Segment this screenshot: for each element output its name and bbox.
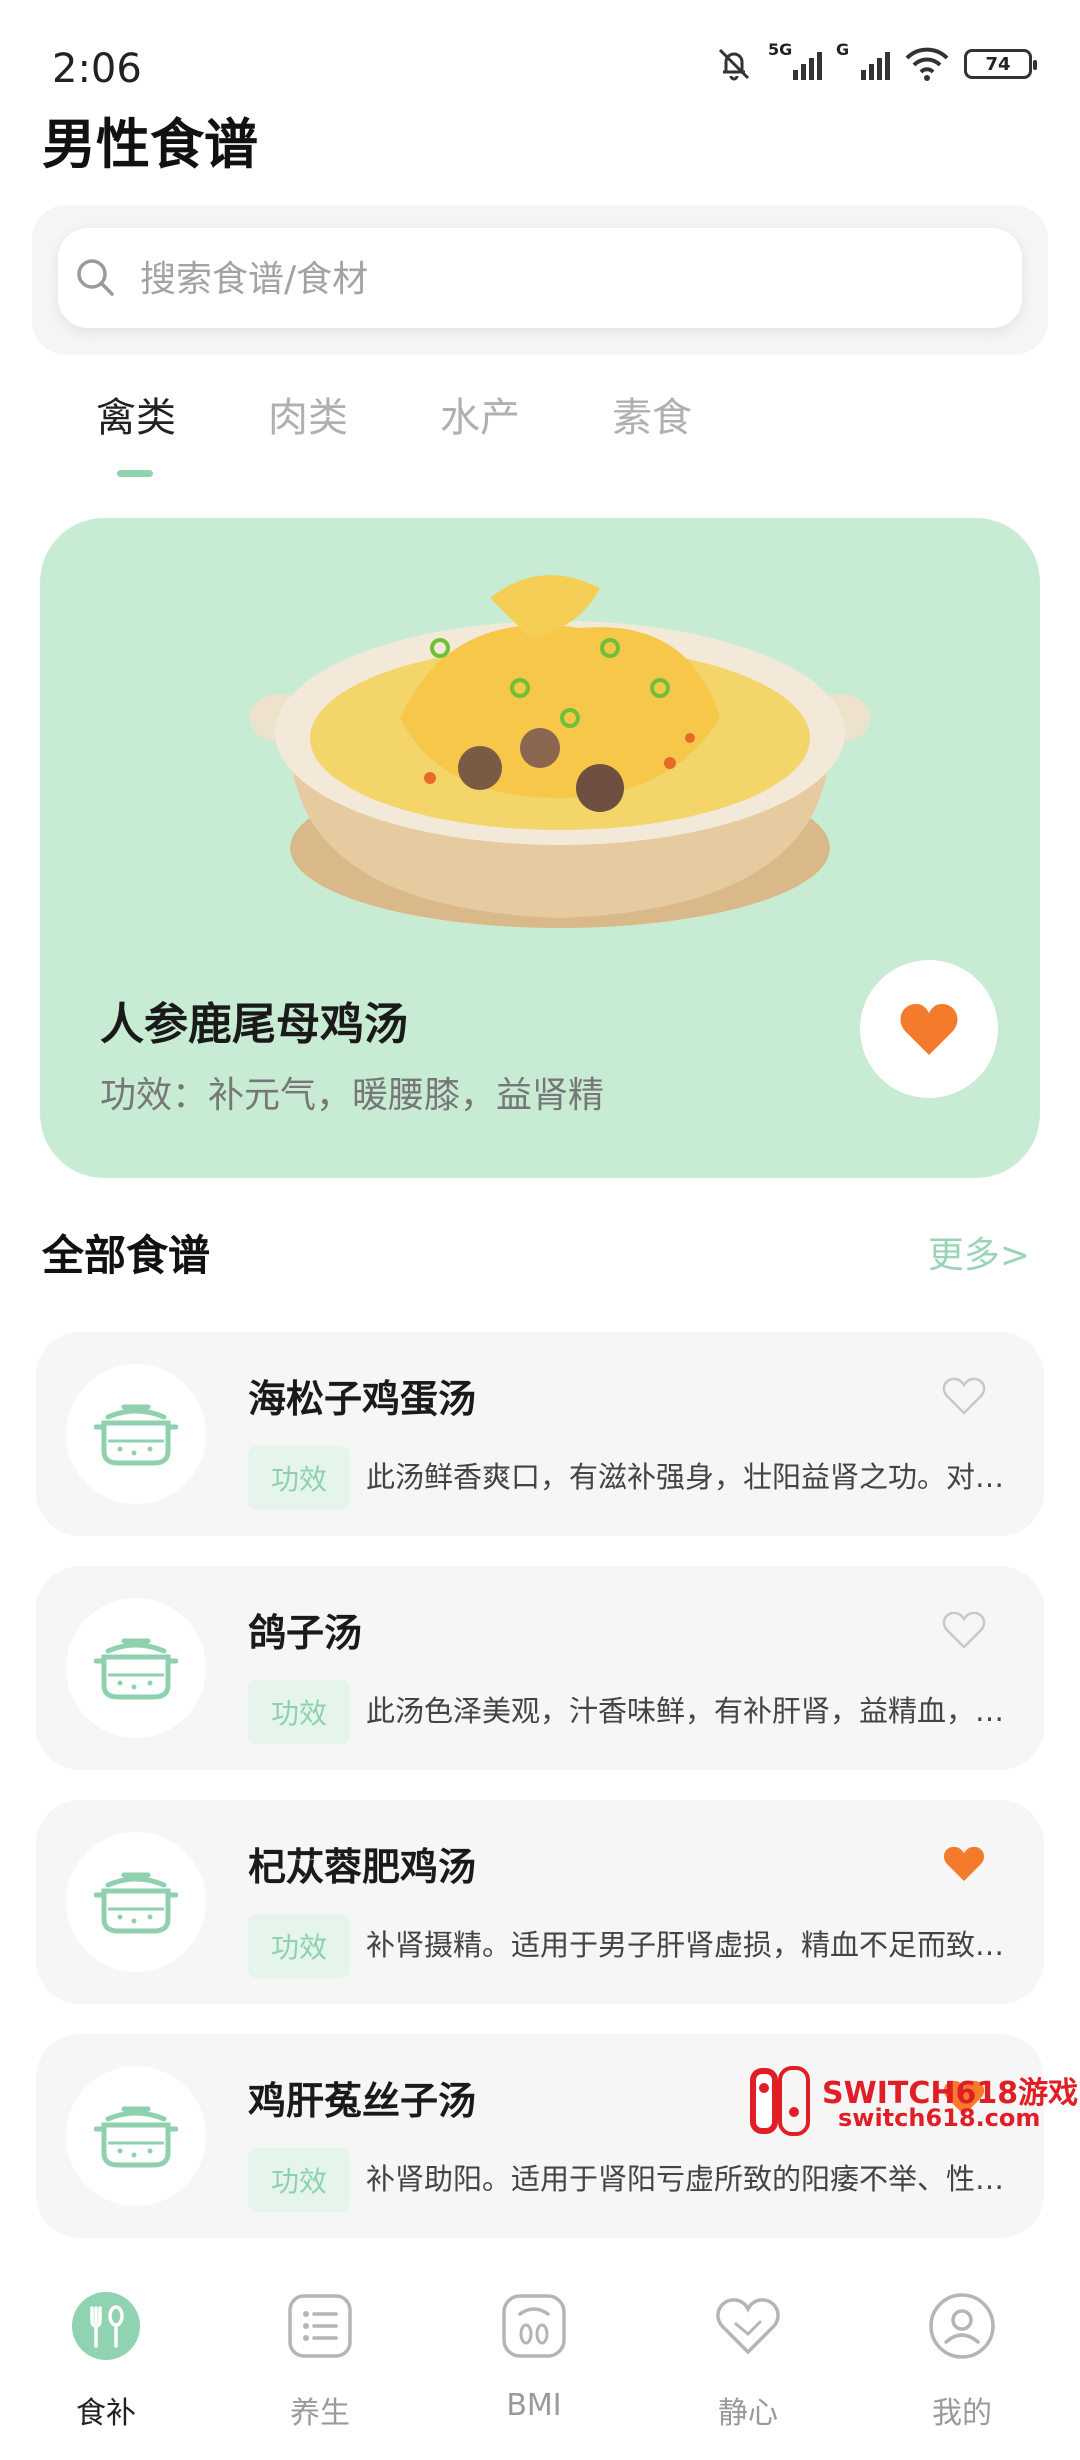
page-title: 男性食谱 (42, 113, 258, 176)
featured-recipe-name: 人参鹿尾母鸡汤 (100, 999, 408, 1050)
wifi-icon (905, 47, 949, 81)
fork-spoon-icon (72, 2292, 140, 2360)
heart-filled-icon[interactable] (942, 1842, 986, 1886)
search-input[interactable] (140, 244, 1000, 314)
effect-tag: 功效 (248, 2148, 350, 2212)
soup-pot-icon (94, 1404, 178, 1466)
scale-icon (502, 2294, 566, 2358)
heart-filled-icon (900, 1003, 958, 1055)
nav-label: 静心 (718, 2396, 778, 2431)
nav-health[interactable]: 养生 (220, 2268, 420, 2460)
recipe-card[interactable]: 海松子鸡蛋汤 功效 此汤鲜香爽口，有滋补强身，壮阳益肾之功。对男子阳痿、遗精等有… (36, 1332, 1044, 1536)
effect-tag: 功效 (248, 1446, 350, 1510)
recipe-thumbnail (66, 1832, 206, 1972)
recipe-card[interactable]: 鸡肝菟丝子汤 功效 补肾助阳。适用于肾阳亏虚所致的阳痿不举、性欲减退等症。 (36, 2034, 1044, 2238)
recipe-description: 此汤鲜香爽口，有滋补强身，壮阳益肾之功。对男子阳痿、遗精等有良好的辅助治疗作用。 (366, 1460, 1016, 1494)
nav-label: 养生 (290, 2396, 350, 2431)
watermark-url: switch618.com (838, 2104, 1041, 2132)
heart-hand-icon (716, 2298, 780, 2355)
app-screen: 2:06 5G G 74 男性食谱 搜索食谱/食材 禽类 肉类 水产 素食 人参… (0, 0, 1080, 2460)
recipe-list: 海松子鸡蛋汤 功效 此汤鲜香爽口，有滋补强身，壮阳益肾之功。对男子阳痿、遗精等有… (36, 1332, 1044, 2328)
recipe-card[interactable]: 鸽子汤 功效 此汤色泽美观，汁香味鲜，有补肝肾，益精血，强筋骨之功效。 (36, 1566, 1044, 1770)
recipe-thumbnail (66, 1598, 206, 1738)
recipe-description: 补肾摄精。适用于男子肝肾虚损，精血不足而致的遗精、阳痿等症。 (366, 1928, 1016, 1962)
signal-g-icon: G (836, 40, 890, 84)
nav-label: 我的 (932, 2396, 992, 2431)
tab-indicator (117, 470, 153, 477)
featured-like-button[interactable] (860, 960, 998, 1098)
recipe-thumbnail (66, 2066, 206, 2206)
more-link[interactable]: 更多> (928, 1226, 1030, 1278)
nav-calm[interactable]: 静心 (648, 2268, 848, 2460)
category-tabs: 禽类 肉类 水产 素食 (0, 385, 1080, 485)
person-icon (929, 2293, 995, 2359)
nav-bmi[interactable]: BMI (434, 2268, 634, 2460)
nav-profile[interactable]: 我的 (862, 2268, 1062, 2460)
mute-bell-icon (718, 48, 750, 81)
nav-label: BMI (506, 2388, 562, 2423)
nav-food-tonic[interactable]: 食补 (6, 2268, 206, 2460)
switch-logo-icon (750, 2066, 810, 2136)
soup-pot-icon (94, 1638, 178, 1700)
recipe-description: 补肾助阳。适用于肾阳亏虚所致的阳痿不举、性欲减退等症。 (366, 2162, 1016, 2196)
tab-vegetarian[interactable]: 素食 (552, 385, 752, 443)
chicken-soup-illustration (250, 575, 870, 928)
recipe-thumbnail (66, 1364, 206, 1504)
bottom-navigation: 食补 养生 BMI 静心 我的 (0, 2268, 1080, 2460)
effect-tag: 功效 (248, 1680, 350, 1744)
search-icon (77, 259, 114, 296)
tab-poultry[interactable]: 禽类 (36, 385, 236, 443)
battery-indicator: 74 (964, 49, 1037, 79)
soup-pot-icon (94, 2106, 178, 2168)
recipe-name: 海松子鸡蛋汤 (248, 1377, 477, 1421)
section-title: 全部食谱 (42, 1231, 211, 1280)
featured-recipe-effect: 功效：补元气，暖腰膝，益肾精 (100, 1075, 605, 1116)
recipe-description: 此汤色泽美观，汁香味鲜，有补肝肾，益精血，强筋骨之功效。 (366, 1694, 1016, 1728)
tab-seafood[interactable]: 水产 (380, 385, 580, 443)
tab-meat[interactable]: 肉类 (208, 385, 408, 443)
heart-outline-icon[interactable] (942, 1374, 986, 1418)
status-icons: 5G G 74 (714, 40, 1037, 84)
recipe-name: 鸡肝菟丝子汤 (248, 2079, 477, 2123)
signal-5g-icon: 5G (768, 40, 822, 84)
heart-outline-icon[interactable] (942, 1608, 986, 1652)
nav-label: 食补 (76, 2396, 136, 2431)
effect-tag: 功效 (248, 1914, 350, 1978)
soup-pot-icon (94, 1872, 178, 1934)
recipe-card[interactable]: 杞苁蓉肥鸡汤 功效 补肾摄精。适用于男子肝肾虚损，精血不足而致的遗精、阳痿等症。 (36, 1800, 1044, 2004)
featured-recipe-card[interactable]: 人参鹿尾母鸡汤 功效：补元气，暖腰膝，益肾精 (40, 518, 1040, 1178)
list-icon (288, 2294, 352, 2358)
recipe-name: 杞苁蓉肥鸡汤 (248, 1845, 477, 1889)
watermark: SWITCH618游戏 switch618.com (748, 2066, 1078, 2136)
status-time: 2:06 (52, 46, 142, 92)
recipe-name: 鸽子汤 (248, 1611, 363, 1655)
